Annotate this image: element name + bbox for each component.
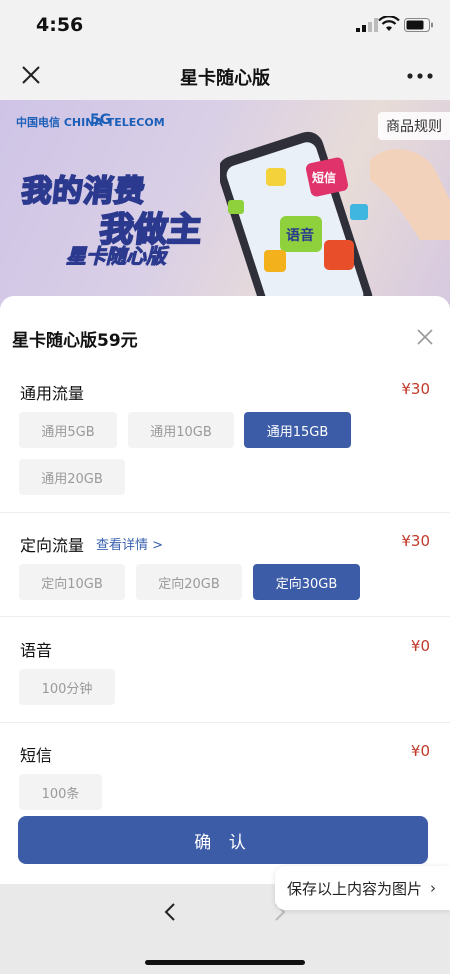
divider [0,512,450,513]
save-as-image-button[interactable]: 保存以上内容为图片 › [275,866,450,910]
option-voice-100min[interactable]: 100分钟 [19,669,115,705]
product-logo: 星卡随心版 [66,244,167,269]
nav-bar: 星卡随心版 [0,52,450,100]
puzzle-sms-text: 短信 [312,170,336,185]
section-price: ¥30 [401,532,430,550]
cellular-signal-icon [356,18,378,32]
option-directed-30gb[interactable]: 定向30GB [253,564,360,600]
section-price: ¥0 [410,742,430,760]
option-general-5gb[interactable]: 通用5GB [19,412,117,448]
status-bar: 4:56 [0,0,450,52]
section-label: 定向流量 [20,536,85,555]
option-sms-100[interactable]: 100条 [19,774,102,810]
section-label: 通用流量 [20,384,85,403]
divider [0,722,450,723]
save-as-image-label: 保存以上内容为图片 [287,879,423,898]
section-price: ¥0 [410,637,430,655]
option-general-20gb[interactable]: 通用20GB [19,459,125,495]
chevron-right-icon: › [430,879,437,897]
section-price: ¥30 [401,380,430,398]
option-general-15gb[interactable]: 通用15GB [244,412,351,448]
promo-banner: 中国电信 CHINA TELECOM 5G 我的消费 我做主 星卡随心版 语音 … [0,100,450,310]
product-rules-button[interactable]: 商品规则 [378,112,450,140]
page-title: 星卡随心版 [180,68,270,89]
option-directed-10gb[interactable]: 定向10GB [19,564,125,600]
battery-icon [404,18,433,32]
back-icon[interactable] [160,902,180,922]
view-details-link[interactable]: 查看详情 > [96,534,163,553]
phone-puzzle-illustration: 语音 短信 [220,131,450,310]
divider [0,616,450,617]
brand-5g-logo: 5G [90,112,112,128]
section-label: 语音 [20,641,53,660]
more-icon[interactable] [406,72,434,80]
puzzle-voice-text: 语音 [286,227,314,244]
sheet-close-icon[interactable] [416,328,434,346]
confirm-button[interactable]: 确 认 [18,816,428,864]
sheet-title: 星卡随心版59元 [12,331,138,351]
home-indicator [145,960,305,965]
section-label: 短信 [20,746,53,765]
status-time: 4:56 [36,14,84,36]
option-directed-20gb[interactable]: 定向20GB [136,564,242,600]
option-general-10gb[interactable]: 通用10GB [128,412,234,448]
wifi-icon [378,16,400,31]
